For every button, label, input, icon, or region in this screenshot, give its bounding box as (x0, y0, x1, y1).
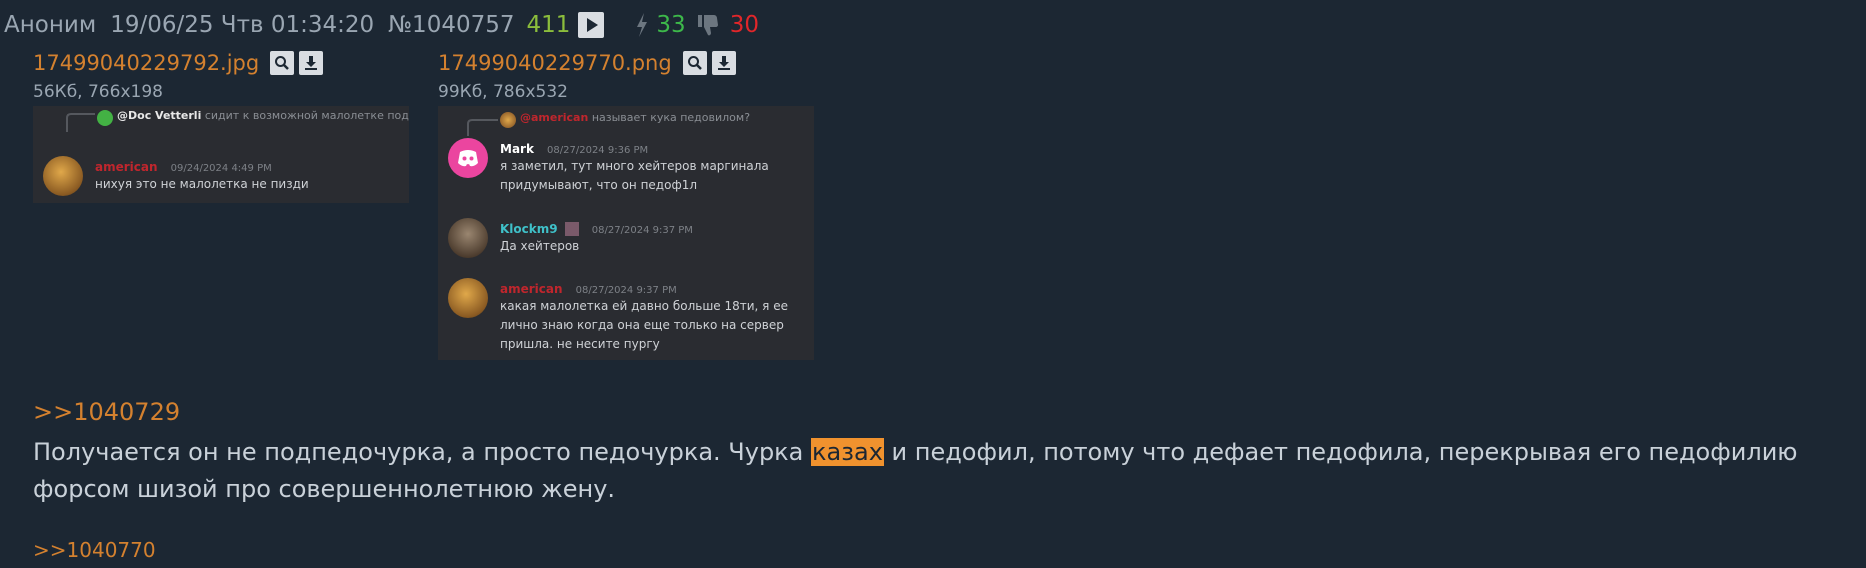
reply-link[interactable]: >>1040770 (33, 538, 156, 562)
discord-avatar (448, 138, 488, 178)
search-icon[interactable] (270, 51, 295, 75)
message-line: придумывают, что он педоф1л (500, 178, 698, 192)
preview-text: нихуя это не малолетка не пизди (95, 177, 309, 191)
message-author: Klockm9 (500, 222, 558, 236)
file-meta: 56Кб, 766x198 (33, 82, 163, 102)
post-number[interactable]: №1040757 (388, 12, 514, 38)
preview-reply-text: называет кука педовилом? (591, 111, 751, 124)
file-name-link[interactable]: 17499040229792.jpg (33, 51, 259, 75)
image-thumbnail[interactable]: @Doc Vetterli сидит к возможной малолетк… (33, 106, 409, 203)
discord-icon (458, 150, 478, 167)
post-text-part: Получается он не подпедочурка, а просто … (33, 438, 812, 466)
image-thumbnail[interactable]: @american называет кука педовилом? Mark … (438, 106, 814, 360)
role-icon (564, 221, 579, 236)
attachment-1: 17499040229792.jpg 56Кб, 766x198 @Doc Ve… (33, 50, 409, 203)
highlighted-word: казах (811, 438, 884, 466)
message-line: какая малолетка ей давно больше 18ти, я … (500, 299, 788, 313)
message-line: лично знаю когда она еще только на серве… (500, 318, 784, 332)
message-time: 08/27/2024 9:36 PM (547, 145, 649, 156)
avatar (448, 278, 488, 318)
avatar (43, 156, 83, 196)
message-author: american (500, 282, 563, 296)
download-icon[interactable] (299, 51, 324, 75)
preview-author: american (95, 160, 158, 174)
play-icon[interactable] (578, 12, 605, 38)
avatar (448, 218, 488, 258)
preview-reply-to: @american (520, 111, 589, 124)
post-date: 19/06/25 Чтв 01:34:20 (110, 12, 375, 38)
lightning-icon[interactable] (634, 12, 650, 38)
message-author: Mark (500, 142, 534, 156)
message-line: пришла. не несите пургу (500, 337, 660, 351)
avatar (500, 112, 516, 128)
dislike-count[interactable]: 30 (730, 12, 759, 38)
post-author: Аноним (4, 12, 97, 38)
thumbs-down-icon[interactable] (696, 13, 720, 37)
post-text: Получается он не подпедочурка, а просто … (33, 434, 1853, 508)
reply-count: 411 (526, 12, 571, 38)
message-time: 08/27/2024 9:37 PM (591, 225, 693, 236)
attachment-2: 17499040229770.png 99Кб, 786x532 @americ… (438, 50, 814, 360)
message-line: Да хейтеров (500, 239, 580, 253)
message-line: я заметил, тут много хейтеров маргинала (500, 159, 769, 173)
like-count[interactable]: 33 (656, 12, 685, 38)
reply-link[interactable]: >>1040729 (33, 398, 180, 426)
post-header: Аноним 19/06/25 Чтв 01:34:20 №1040757 41… (4, 8, 759, 42)
file-meta: 99Кб, 786x532 (438, 82, 568, 102)
message-time: 08/27/2024 9:37 PM (575, 285, 677, 296)
file-name-link[interactable]: 17499040229770.png (438, 51, 672, 75)
download-icon[interactable] (711, 51, 736, 75)
preview-time: 09/24/2024 4:49 PM (170, 163, 272, 174)
preview-reply-to: @Doc Vetterli (117, 109, 202, 122)
search-icon[interactable] (682, 51, 707, 75)
avatar (97, 110, 113, 126)
preview-reply-text: сидит к возможной малолетке подкатывает (204, 109, 409, 122)
